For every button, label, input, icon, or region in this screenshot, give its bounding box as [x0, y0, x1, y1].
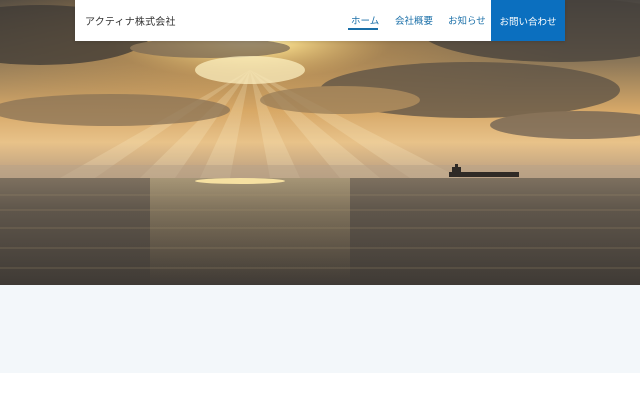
hero-image	[0, 0, 640, 285]
page-body	[0, 373, 640, 400]
sunset-sea-image	[0, 0, 640, 285]
nav-company[interactable]: 会社概要	[395, 13, 433, 27]
site-title[interactable]: アクティナ株式会社	[85, 13, 176, 28]
nav-active-indicator	[348, 28, 378, 30]
site-header: アクティナ株式会社 ホーム 会社概要 お知らせ お問い合わせ	[75, 0, 565, 41]
nav-news[interactable]: お知らせ	[448, 13, 486, 27]
content-band	[0, 285, 640, 373]
contact-button[interactable]: お問い合わせ	[491, 0, 565, 41]
nav-home[interactable]: ホーム	[351, 13, 379, 27]
